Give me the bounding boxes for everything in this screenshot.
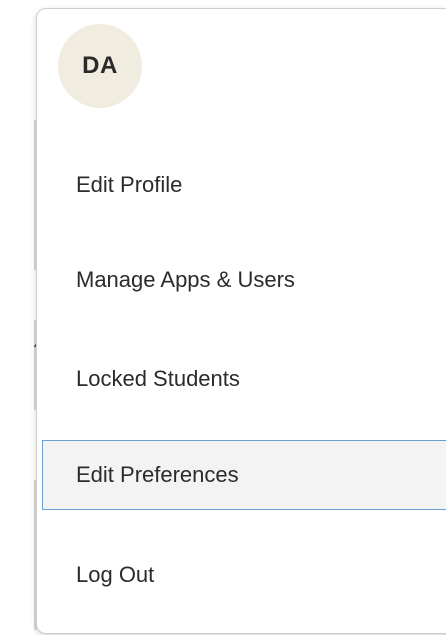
- menu-item-label: Locked Students: [76, 366, 240, 391]
- menu-item-label: Edit Preferences: [76, 462, 239, 487]
- menu-item-manage-apps-users[interactable]: Manage Apps & Users: [42, 245, 446, 315]
- menu-item-locked-students[interactable]: Locked Students: [42, 344, 446, 414]
- menu-item-edit-profile[interactable]: Edit Profile: [42, 150, 446, 220]
- menu-item-edit-preferences[interactable]: Edit Preferences: [42, 440, 446, 510]
- menu-item-label: Manage Apps & Users: [76, 267, 295, 292]
- menu-item-log-out[interactable]: Log Out: [42, 540, 446, 610]
- avatar-initials: DA: [82, 52, 118, 79]
- menu-item-label: Edit Profile: [76, 172, 183, 197]
- menu-item-label: Log Out: [76, 562, 155, 587]
- avatar[interactable]: DA: [58, 24, 142, 108]
- screen: ⌃ DA Edit Profile Manage Apps & Users Lo…: [0, 0, 446, 635]
